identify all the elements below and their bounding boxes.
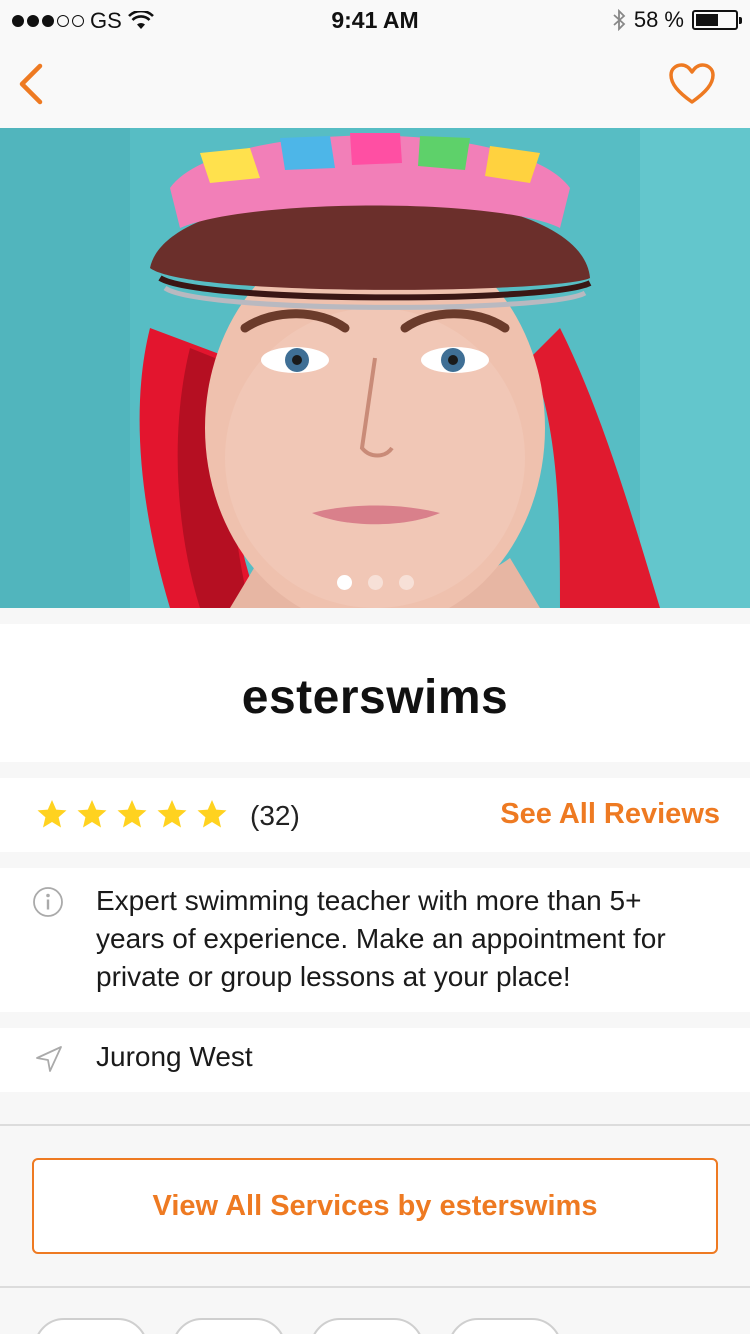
location-row: Jurong West xyxy=(0,1028,750,1092)
location-arrow-icon xyxy=(36,1046,62,1072)
description-text: Expert swimming teacher with more than 5… xyxy=(96,885,666,992)
heart-outline-icon xyxy=(669,63,715,104)
rating-row: (32) See All Reviews xyxy=(0,778,750,852)
back-button[interactable] xyxy=(14,62,54,106)
location-text: Jurong West xyxy=(96,1041,253,1072)
star-rating xyxy=(36,798,228,830)
star-icon xyxy=(77,800,107,828)
category-chip[interactable] xyxy=(310,1318,424,1334)
status-right: 58 % xyxy=(612,7,742,33)
category-chip[interactable] xyxy=(172,1318,286,1334)
services-section: View All Services by esterswims xyxy=(0,1126,750,1286)
star-icon xyxy=(157,800,187,828)
info-icon xyxy=(33,887,63,917)
review-count: (32) xyxy=(250,800,300,831)
bluetooth-icon xyxy=(613,9,626,31)
profile-header: esterswims xyxy=(0,624,750,762)
see-all-reviews-link[interactable]: See All Reviews xyxy=(500,798,720,831)
description-row: Expert swimming teacher with more than 5… xyxy=(0,868,750,1012)
profile-photo xyxy=(0,128,750,608)
chevron-left-icon xyxy=(19,63,43,105)
favorite-button[interactable] xyxy=(668,62,716,106)
nav-bar xyxy=(0,40,750,128)
star-icon xyxy=(37,800,67,828)
carousel-dot[interactable] xyxy=(336,575,352,590)
status-bar: GS 9:41 AM 58 % xyxy=(0,0,750,40)
category-chip[interactable] xyxy=(448,1318,562,1334)
carousel-dot[interactable] xyxy=(398,575,414,590)
star-icon xyxy=(197,800,227,828)
profile-username: esterswims xyxy=(241,671,509,724)
category-chips xyxy=(34,1318,562,1334)
section-divider xyxy=(0,1286,750,1288)
profile-photo-carousel[interactable] xyxy=(0,128,750,608)
battery-level xyxy=(696,14,719,26)
view-all-services-label: View All Services by esterswims xyxy=(152,1189,598,1222)
category-chip[interactable] xyxy=(34,1318,148,1334)
battery-icon xyxy=(692,10,742,30)
carousel-dot[interactable] xyxy=(367,575,383,590)
view-all-services-button[interactable]: View All Services by esterswims xyxy=(32,1158,718,1254)
battery-percent: 58 % xyxy=(633,7,684,32)
star-icon xyxy=(117,800,147,828)
carousel-page-indicator[interactable] xyxy=(0,575,750,590)
